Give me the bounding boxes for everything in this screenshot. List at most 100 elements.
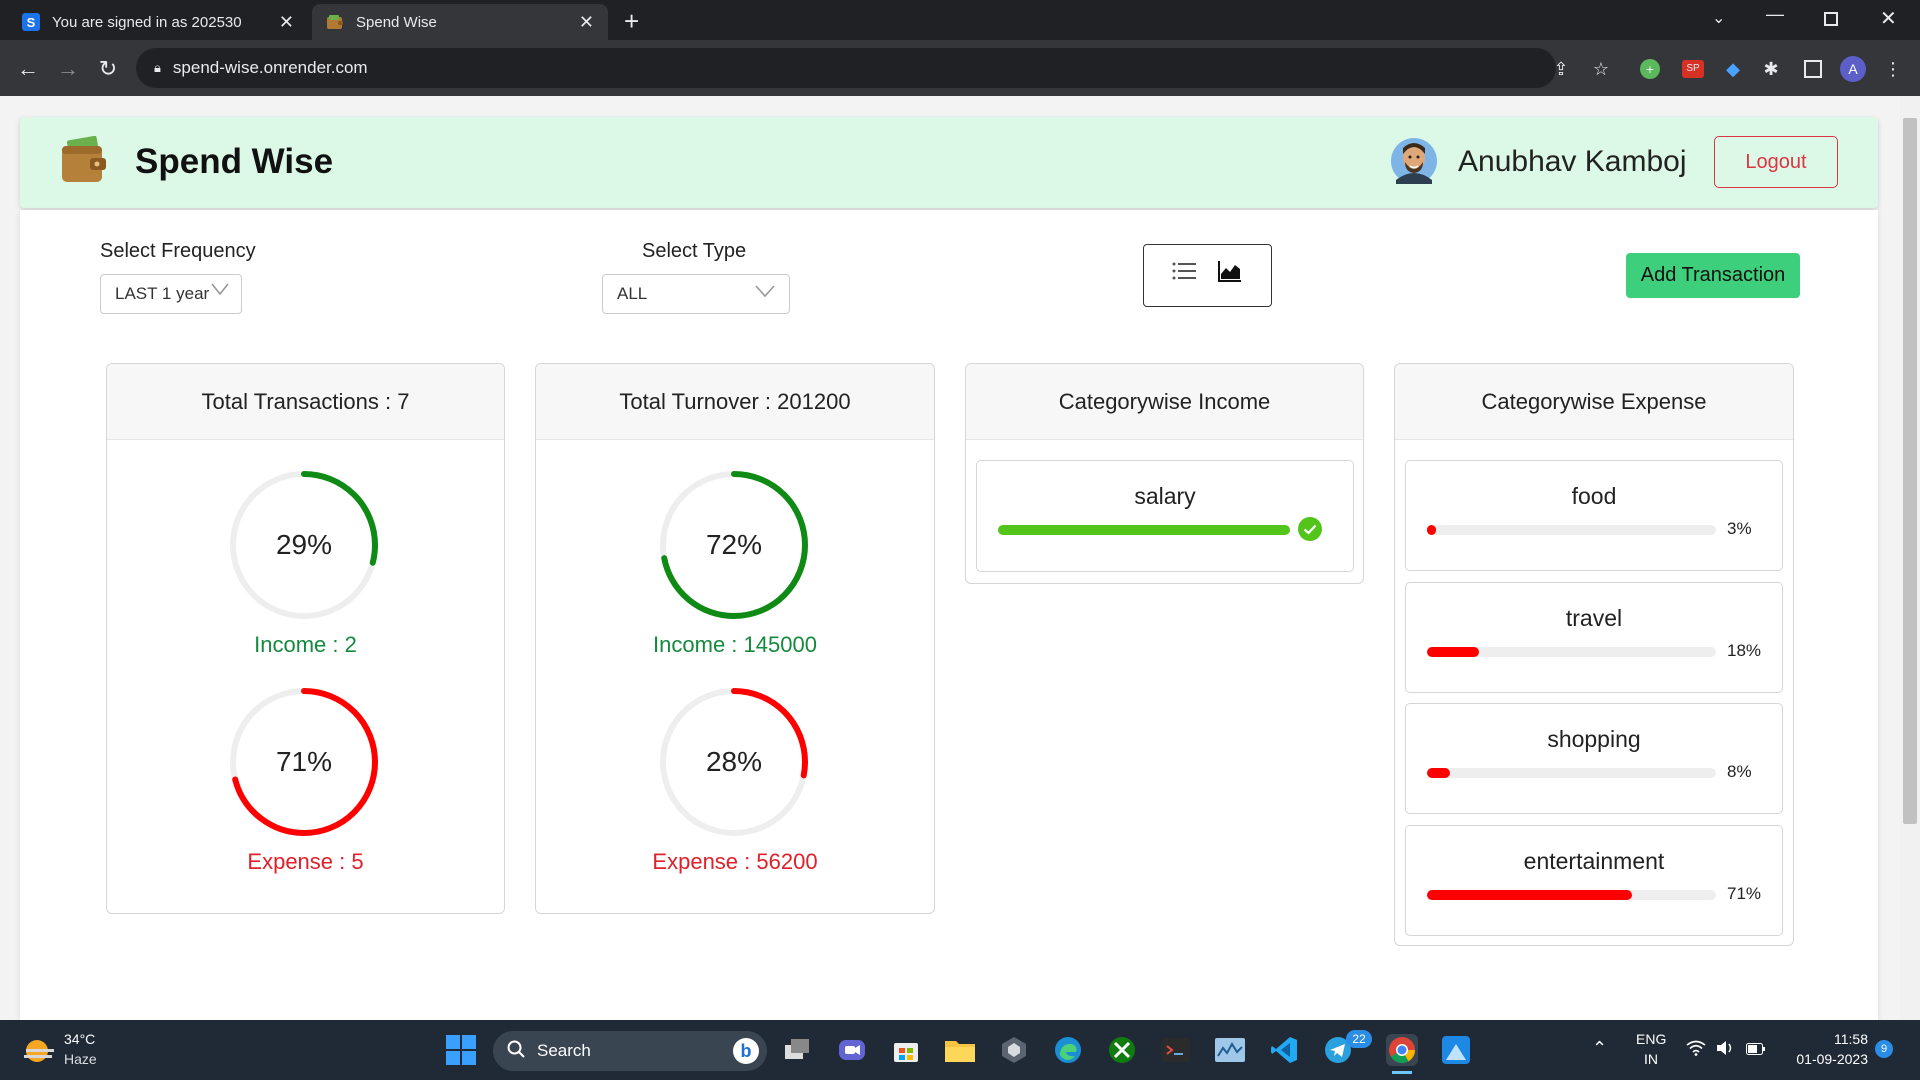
active-app-indicator: [1392, 1071, 1412, 1074]
share-icon[interactable]: ⇪: [1550, 58, 1572, 80]
region-code[interactable]: IN: [1636, 1051, 1666, 1067]
window-close-icon[interactable]: ✕: [1880, 6, 1897, 31]
vscode-icon[interactable]: [1268, 1034, 1300, 1066]
category-name: salary: [1134, 483, 1196, 509]
language-code[interactable]: ENG: [1636, 1031, 1666, 1047]
category-item-salary: salary: [976, 460, 1354, 572]
volume-icon[interactable]: [1716, 1040, 1734, 1061]
category-item-shopping: shopping 8%: [1405, 703, 1783, 814]
back-icon[interactable]: ←: [14, 56, 42, 82]
search-icon: [507, 1040, 525, 1063]
extension-green-icon[interactable]: +: [1640, 59, 1660, 79]
tab-title: You are signed in as 202530: [52, 13, 242, 31]
chrome-icon[interactable]: [1386, 1034, 1418, 1066]
browser-tab-signin[interactable]: S You are signed in as 202530 ✕: [8, 4, 308, 40]
file-explorer-icon[interactable]: [944, 1034, 976, 1066]
entertainment-progress-fill: [1427, 890, 1633, 900]
paint-app-icon[interactable]: [1440, 1034, 1472, 1066]
extension-red-icon[interactable]: SP: [1682, 60, 1704, 78]
category-name: food: [1571, 483, 1617, 509]
card-title: Categorywise Expense: [1395, 364, 1793, 440]
url-text: spend-wise.onrender.com: [172, 58, 368, 77]
card-title: Total Transactions : 7: [107, 364, 504, 440]
shopping-progress-track: [1427, 768, 1716, 778]
menu-kebab-icon[interactable]: ⋮: [1882, 58, 1904, 80]
terminal-icon[interactable]: [1160, 1034, 1192, 1066]
tab-title: Spend Wise: [356, 13, 437, 31]
profile-avatar-icon[interactable]: A: [1840, 56, 1866, 82]
notification-badge[interactable]: 9: [1875, 1040, 1893, 1058]
side-panel-icon[interactable]: [1804, 60, 1822, 78]
shopping-progress-fill: [1427, 768, 1451, 778]
logout-button[interactable]: Logout: [1714, 136, 1838, 188]
wifi-icon[interactable]: [1686, 1040, 1706, 1061]
chart-view-icon[interactable]: [1218, 260, 1242, 287]
category-item-food: food 3%: [1405, 460, 1783, 571]
income-turnover-percent: 72%: [705, 529, 763, 560]
scrollbar-thumb[interactable]: [1903, 118, 1917, 824]
salary-progress-fill: [998, 525, 1290, 535]
xbox-icon[interactable]: [1106, 1034, 1138, 1066]
add-transaction-button[interactable]: Add Transaction: [1626, 253, 1800, 298]
type-label: Select Type: [642, 240, 747, 262]
weather-sun-icon[interactable]: [22, 1036, 56, 1071]
check-circle-icon: [1298, 517, 1322, 546]
monitor-app-icon[interactable]: [1214, 1034, 1246, 1066]
task-view-icon[interactable]: [782, 1034, 814, 1066]
income-count-label: Income : 2: [254, 632, 357, 657]
income-turnover-label: Income : 145000: [653, 632, 817, 657]
avatar: [1390, 136, 1438, 191]
minimize-icon[interactable]: —: [1766, 4, 1784, 25]
browser-tab-spendwise[interactable]: Spend Wise ✕: [312, 4, 608, 40]
dev-tool-icon[interactable]: [998, 1034, 1030, 1066]
wallet-favicon-icon: [326, 13, 344, 31]
forward-icon[interactable]: →: [54, 56, 82, 82]
view-toggle: [1143, 244, 1272, 307]
category-item-travel: travel 18%: [1405, 582, 1783, 693]
bing-icon: b: [733, 1038, 759, 1064]
category-name: entertainment: [1523, 848, 1665, 874]
taskbar-search[interactable]: Search b: [493, 1031, 767, 1071]
extension-shield-icon[interactable]: ◆: [1722, 58, 1744, 80]
close-tab-icon[interactable]: ✕: [279, 12, 294, 33]
salary-progress-track: [998, 525, 1290, 535]
extensions-puzzle-icon[interactable]: ✱: [1760, 58, 1782, 80]
income-count-percent: 29%: [275, 529, 333, 560]
restore-icon[interactable]: [1824, 12, 1838, 26]
category-item-entertainment: entertainment 71%: [1405, 825, 1783, 936]
frequency-select[interactable]: LAST 1 year: [100, 274, 242, 314]
clock-date[interactable]: 01-09-2023: [1770, 1051, 1868, 1067]
frequency-label: Select Frequency: [100, 240, 256, 262]
edge-icon[interactable]: [1052, 1034, 1084, 1066]
weather-text: Haze: [64, 1051, 97, 1067]
close-tab-icon[interactable]: ✕: [579, 12, 594, 33]
reload-icon[interactable]: ↻: [94, 56, 122, 82]
type-select[interactable]: ALL: [602, 274, 790, 314]
type-value: ALL: [617, 284, 648, 303]
chevron-down-icon: [211, 281, 229, 301]
tray-chevron-up-icon[interactable]: ⌃: [1592, 1038, 1607, 1059]
address-bar[interactable]: 🔒︎ spend-wise.onrender.com: [136, 48, 1556, 88]
new-tab-icon[interactable]: +: [624, 6, 639, 37]
expense-count-percent: 71%: [275, 746, 333, 777]
chevron-down-icon: [755, 283, 775, 303]
tab-search-chevron-icon[interactable]: ⌄: [1712, 8, 1725, 28]
category-name: shopping: [1547, 726, 1641, 752]
battery-icon[interactable]: [1746, 1042, 1766, 1060]
lock-icon: 🔒︎: [154, 60, 161, 75]
telegram-badge: 22: [1346, 1030, 1372, 1048]
food-percent: 3%: [1727, 519, 1752, 538]
site-s-icon: S: [22, 13, 40, 31]
expense-count-label: Expense : 5: [247, 849, 364, 874]
store-icon[interactable]: [890, 1034, 922, 1066]
expense-turnover-label: Expense : 56200: [652, 849, 818, 874]
travel-progress-fill: [1427, 647, 1480, 657]
bookmark-star-icon[interactable]: ☆: [1590, 58, 1612, 80]
entertainment-progress-track: [1427, 890, 1716, 900]
list-view-icon[interactable]: [1172, 261, 1196, 286]
windows-start-icon[interactable]: [446, 1035, 476, 1070]
app-title: Spend Wise: [135, 142, 334, 181]
teams-chat-icon[interactable]: [836, 1034, 868, 1066]
travel-progress-track: [1427, 647, 1716, 657]
clock-time[interactable]: 11:58: [1788, 1031, 1868, 1047]
